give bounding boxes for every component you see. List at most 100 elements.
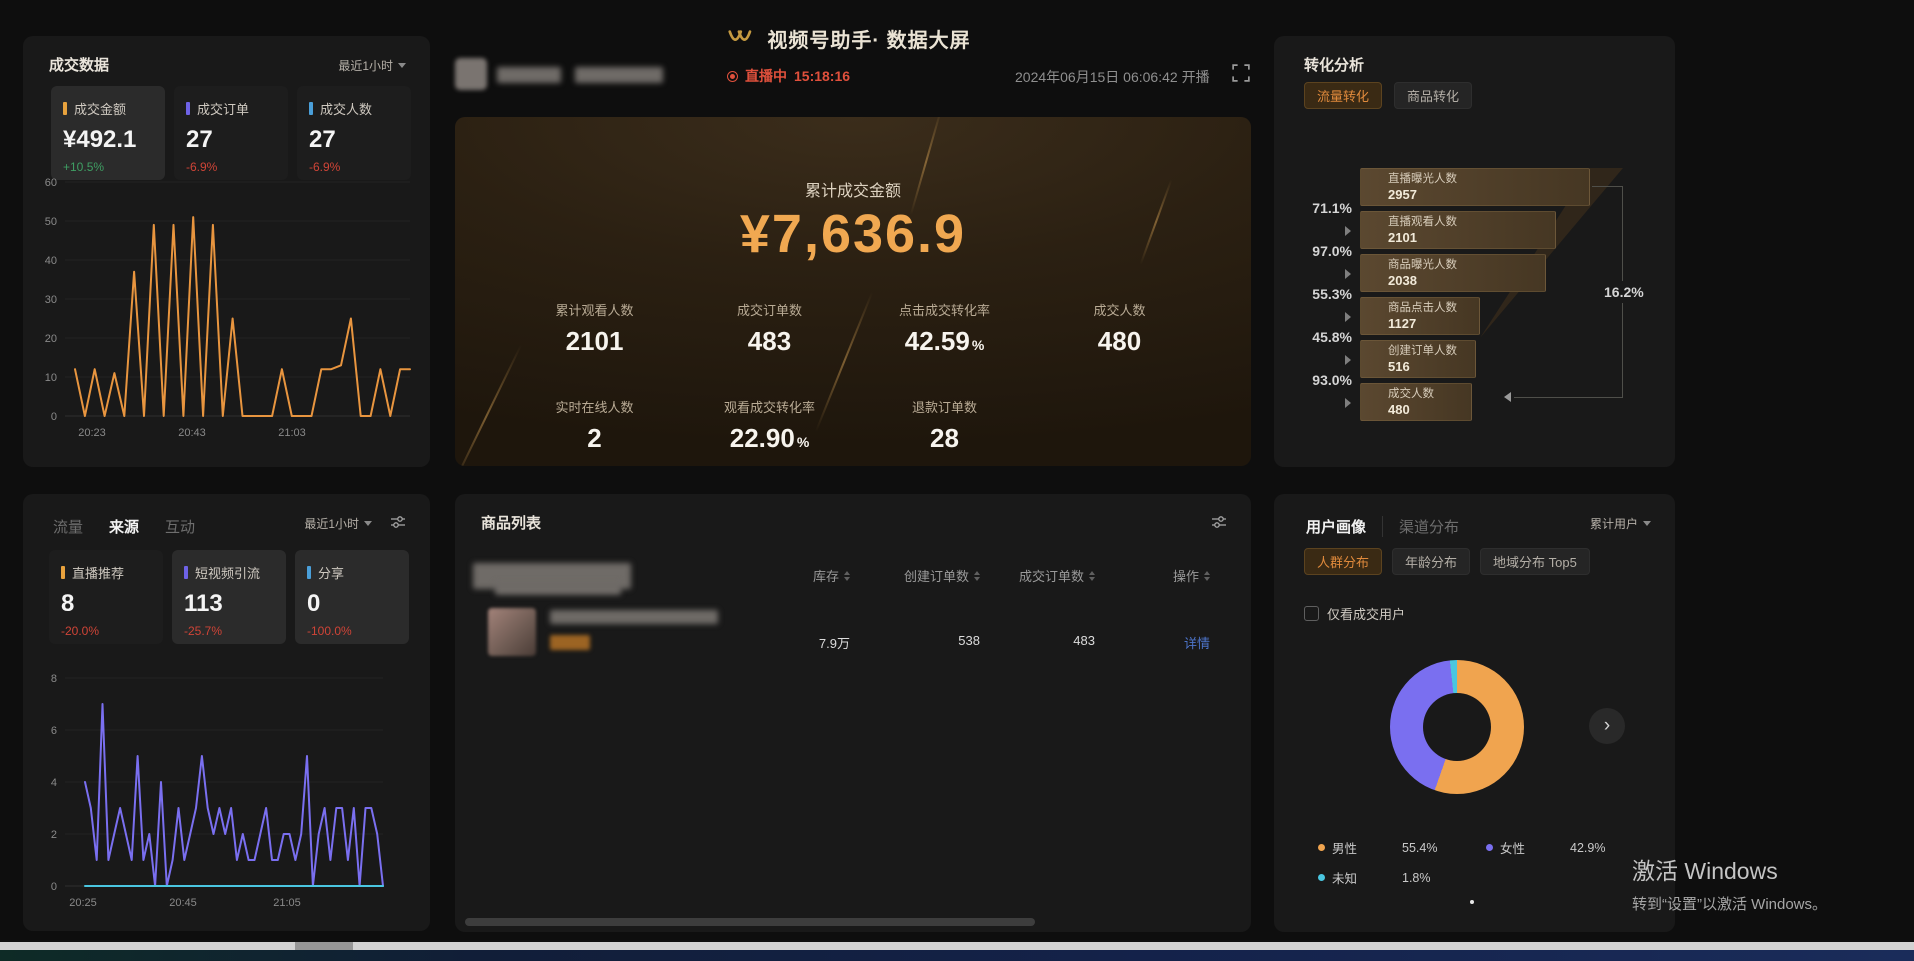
- stat-value: 42.59%: [857, 326, 1032, 357]
- legend-label: 未知: [1332, 868, 1402, 887]
- stat-suffix: %: [972, 337, 984, 353]
- column-header-created-orders[interactable]: 创建订单数: [850, 566, 980, 585]
- bracket-arrow-icon: [1504, 392, 1511, 402]
- traffic-trend-chart: 0246820:2520:4521:05: [35, 664, 420, 914]
- metric-marker: [61, 566, 65, 579]
- legend-value: 42.9%: [1570, 841, 1605, 855]
- metric-card-短视频引流[interactable]: 短视频引流113-25.7%: [172, 550, 286, 644]
- svg-text:20: 20: [45, 333, 57, 345]
- page-scrollbar[interactable]: [0, 942, 1914, 950]
- profile-tabs: 用户画像渠道分布: [1306, 516, 1475, 537]
- user-profile-panel: 用户画像渠道分布 累计用户 人群分布年龄分布地域分布 Top5 仅看成交用户 ›…: [1274, 494, 1675, 932]
- funnel-bar-商品曝光人数: 商品曝光人数2038: [1360, 254, 1546, 292]
- metric-value: 113: [184, 590, 286, 618]
- metric-card-直播推荐[interactable]: 直播推荐8-20.0%: [49, 550, 163, 644]
- deal-users-only-checkbox[interactable]: 仅看成交用户: [1304, 604, 1405, 623]
- svg-text:60: 60: [45, 177, 57, 189]
- live-dot-icon: [727, 71, 738, 82]
- profile-range-dropdown[interactable]: 累计用户: [1590, 515, 1651, 532]
- stat-label: 累计观看人数: [507, 300, 682, 319]
- metric-value: 8: [61, 590, 163, 618]
- column-header-deal-orders[interactable]: 成交订单数: [965, 566, 1095, 585]
- tab-流量[interactable]: 流量: [53, 516, 83, 537]
- tab-来源[interactable]: 来源: [109, 516, 139, 537]
- metric-delta: -100.0%: [307, 624, 409, 638]
- svg-text:21:03: 21:03: [278, 427, 306, 439]
- column-header-stock[interactable]: 库存: [720, 566, 850, 585]
- filter-settings-icon[interactable]: [1211, 514, 1227, 535]
- funnel-step-rate: 55.3%: [1282, 286, 1352, 302]
- page-scrollbar-thumb[interactable]: [295, 942, 353, 950]
- summary-title: 累计成交金额: [455, 177, 1251, 201]
- live-status: 直播中 15:18:16: [727, 66, 850, 86]
- metric-label: 直播推荐: [72, 563, 124, 582]
- funnel-bar-直播观看人数: 直播观看人数2101: [1360, 211, 1556, 249]
- funnel-bar-label: 商品点击人数: [1388, 301, 1479, 316]
- metric-delta: -25.7%: [184, 624, 286, 638]
- watermark-line2: 转到“设置”以激活 Windows。: [1632, 893, 1827, 914]
- funnel-bar-label: 成交人数: [1388, 387, 1471, 402]
- funnel-bar-创建订单人数: 创建订单人数516: [1360, 340, 1476, 378]
- stream-start-time: 2024年06月15日 06:06:42 开播: [1015, 67, 1210, 87]
- tab-年龄分布[interactable]: 年龄分布: [1392, 548, 1470, 575]
- stat-value: 483: [682, 326, 857, 357]
- filter-settings-icon[interactable]: [390, 514, 406, 535]
- svg-text:0: 0: [51, 411, 57, 423]
- chevron-down-icon: [364, 521, 372, 526]
- metric-label: 成交订单: [197, 99, 249, 118]
- column-label: 操作: [1173, 566, 1199, 585]
- legend-item-未知[interactable]: 未知1.8%: [1318, 868, 1486, 887]
- summary-stat-退款订单数: 退款订单数28: [857, 397, 1032, 454]
- summary-stats-grid: 累计观看人数2101成交订单数483点击成交转化率42.59%成交人数480实时…: [507, 300, 1207, 454]
- legend-dot: [1318, 874, 1325, 881]
- funnel-step-rate: 93.0%: [1282, 372, 1352, 388]
- product-thumbnail-redacted: [488, 608, 536, 656]
- funnel-bar-value: 1127: [1388, 316, 1479, 331]
- legend-label: 女性: [1500, 838, 1570, 857]
- profile-range-label: 累计用户: [1590, 515, 1638, 532]
- taskbar-edge: [0, 950, 1914, 961]
- legend-item-男性[interactable]: 男性55.4%: [1318, 838, 1486, 857]
- carousel-indicator-dot[interactable]: [1470, 900, 1474, 904]
- metric-card-分享[interactable]: 分享0-100.0%: [295, 550, 409, 644]
- metric-label: 成交金额: [74, 99, 126, 118]
- horizontal-scrollbar[interactable]: [465, 918, 1035, 926]
- tab-渠道分布[interactable]: 渠道分布: [1382, 516, 1475, 537]
- bracket-line: [1514, 397, 1622, 398]
- funnel-bar-直播曝光人数: 直播曝光人数2957: [1360, 168, 1590, 206]
- stat-value: 480: [1032, 326, 1207, 357]
- column-header-action[interactable]: 操作: [1080, 566, 1210, 585]
- tab-人群分布[interactable]: 人群分布: [1304, 548, 1382, 575]
- column-label: 创建订单数: [904, 566, 969, 585]
- legend-item-女性[interactable]: 女性42.9%: [1486, 838, 1654, 857]
- tab-地域分布 Top5[interactable]: 地域分布 Top5: [1480, 548, 1590, 575]
- live-duration: 15:18:16: [794, 68, 850, 84]
- svg-text:30: 30: [45, 294, 57, 306]
- funnel-bar-value: 2101: [1388, 230, 1555, 245]
- detail-link[interactable]: 详情: [1080, 633, 1210, 652]
- column-label: 成交订单数: [1019, 566, 1084, 585]
- deal-range-dropdown[interactable]: 最近1小时: [338, 57, 406, 74]
- traffic-range-dropdown[interactable]: 最近1小时: [304, 515, 372, 532]
- chevron-down-icon: [398, 63, 406, 68]
- svg-text:10: 10: [45, 372, 57, 384]
- summary-stat-实时在线人数: 实时在线人数2: [507, 397, 682, 454]
- metric-value: ¥492.1: [63, 126, 165, 154]
- next-slide-button[interactable]: ›: [1589, 708, 1625, 744]
- tab-用户画像[interactable]: 用户画像: [1306, 516, 1382, 537]
- legend-dot: [1318, 844, 1325, 851]
- svg-text:4: 4: [51, 777, 57, 789]
- funnel-bar-value: 480: [1388, 402, 1471, 417]
- checkbox-icon[interactable]: [1304, 606, 1319, 621]
- legend-label: 男性: [1332, 838, 1402, 857]
- streamer-name-redacted: [497, 67, 561, 83]
- total-gmv-value: ¥7,636.9: [455, 203, 1251, 265]
- stat-value: 22.90%: [682, 423, 857, 454]
- svg-text:20:23: 20:23: [78, 427, 106, 439]
- svg-text:20:45: 20:45: [169, 897, 197, 909]
- bracket-line: [1592, 186, 1622, 187]
- streamer-id-redacted: [575, 67, 663, 83]
- legend-dot: [1486, 844, 1493, 851]
- tab-互动[interactable]: 互动: [165, 516, 195, 537]
- fullscreen-icon[interactable]: [1232, 64, 1250, 87]
